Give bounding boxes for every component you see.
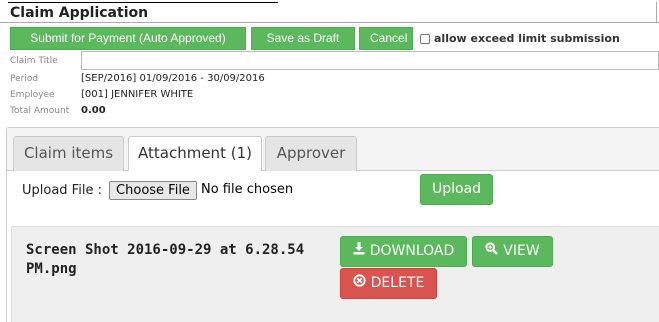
total-amount-value: 0.00 [81,105,106,116]
title-divider [0,22,659,23]
submit-for-payment-button[interactable]: Submit for Payment (Auto Approved) [10,27,246,50]
allow-exceed-option[interactable]: allow exceed limit submission [420,32,620,45]
title-top-rule [8,2,278,3]
claim-title-label: Claim Title [10,56,58,66]
allow-exceed-label: allow exceed limit submission [434,32,620,45]
delete-button[interactable]: DELETE [340,268,437,299]
download-button[interactable]: DOWNLOAD [340,236,467,267]
file-chosen-status: No file chosen [201,182,294,197]
title-divider-vertical [656,2,657,22]
download-icon [353,237,365,266]
attachment-card: Screen Shot 2016-09-29 at 6.28.54 PM.png… [11,226,659,322]
upload-file-label: Upload File : [22,183,102,198]
claim-title-input[interactable] [81,51,659,70]
tab-claim-items[interactable]: Claim items [13,136,124,171]
total-amount-label: Total Amount [10,106,70,116]
employee-label: Employee [10,90,55,100]
period-label: Period [10,74,39,84]
page-title: Claim Application [10,5,149,21]
title-bar: Claim Application [0,0,659,27]
download-label: DOWNLOAD [369,243,455,259]
view-label: VIEW [503,243,540,259]
period-value: [SEP/2016] 01/09/2016 - 30/09/2016 [81,73,265,84]
attachment-file-name: Screen Shot 2016-09-29 at 6.28.54 PM.png [26,242,305,277]
search-icon [485,237,499,266]
choose-file-button[interactable]: Choose File [109,181,197,200]
tab-attachment[interactable]: Attachment (1) [128,136,262,172]
action-toolbar: Submit for Payment (Auto Approved) Save … [10,27,620,50]
delete-label: DELETE [370,275,425,291]
claim-tabs-panel: Claim items Attachment (1) Approver Uplo… [6,127,659,322]
attachment-tab-content: Upload File : Choose File No file chosen… [7,171,659,322]
employee-value: [001] JENNIFER WHITE [81,89,194,100]
view-button[interactable]: VIEW [472,236,553,267]
cancel-button[interactable]: Cancel [359,27,413,50]
save-as-draft-button[interactable]: Save as Draft [251,27,355,50]
tab-approver[interactable]: Approver [265,136,357,171]
upload-button[interactable]: Upload [420,174,493,205]
allow-exceed-checkbox[interactable] [420,33,430,44]
times-circle-icon [353,269,366,298]
